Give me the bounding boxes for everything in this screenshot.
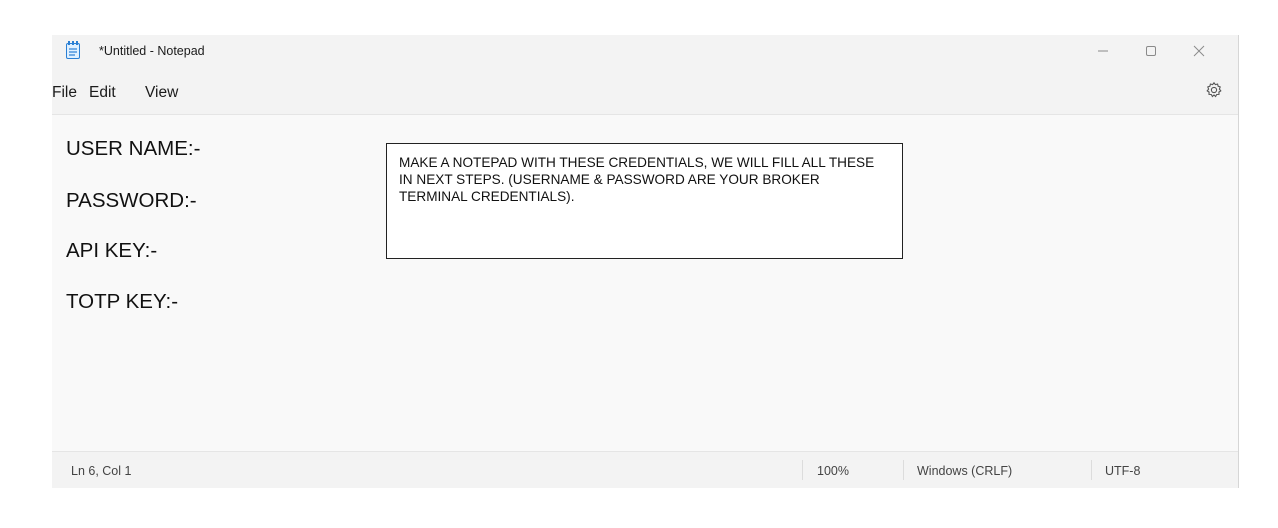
menu-edit[interactable]: Edit (89, 84, 116, 102)
editor-line: TOTP KEY:- (66, 290, 179, 313)
notepad-icon (66, 41, 80, 59)
cursor-position: Ln 6, Col 1 (71, 464, 132, 478)
title-bar[interactable]: *Untitled - Notepad (52, 35, 1238, 67)
maximize-icon (1146, 46, 1156, 56)
minimize-button[interactable] (1086, 39, 1120, 63)
menu-view[interactable]: View (145, 84, 178, 102)
status-divider (903, 460, 904, 480)
notepad-window: *Untitled - Notepad File Edit View USER … (52, 35, 1239, 488)
close-icon (1193, 45, 1205, 57)
menu-bar: File Edit View (52, 67, 1238, 115)
gear-icon[interactable] (1205, 81, 1223, 99)
editor-line: PASSWORD:- (66, 189, 197, 212)
window-title: *Untitled - Notepad (99, 44, 205, 58)
editor-line: USER NAME:- (66, 137, 201, 160)
minimize-icon (1098, 50, 1108, 52)
status-divider (802, 460, 803, 480)
close-button[interactable] (1182, 39, 1216, 63)
maximize-button[interactable] (1134, 39, 1168, 63)
text-editor-area[interactable]: USER NAME:- PASSWORD:- API KEY:- TOTP KE… (52, 115, 1238, 451)
encoding[interactable]: UTF-8 (1105, 464, 1140, 478)
status-divider (1091, 460, 1092, 480)
status-bar: Ln 6, Col 1 100% Windows (CRLF) UTF-8 (52, 451, 1238, 488)
editor-line: API KEY:- (66, 239, 158, 262)
zoom-level[interactable]: 100% (817, 464, 849, 478)
menu-file[interactable]: File (52, 84, 77, 102)
instruction-callout: MAKE A NOTEPAD WITH THESE CREDENTIALS, W… (386, 143, 903, 259)
line-ending[interactable]: Windows (CRLF) (917, 464, 1012, 478)
